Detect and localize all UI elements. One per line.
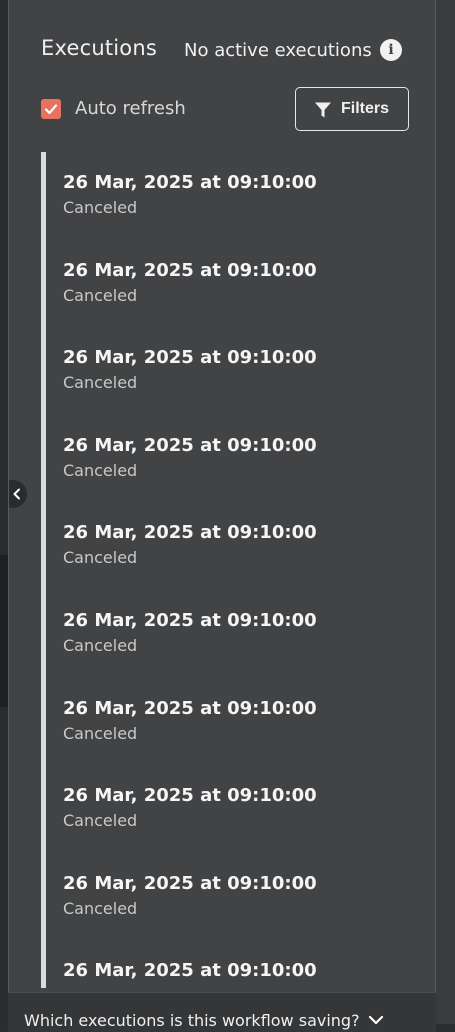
execution-item[interactable]: 26 Mar, 2025 at 09:10:00 Canceled bbox=[63, 347, 403, 407]
execution-date: 26 Mar, 2025 at 09:10:00 bbox=[63, 434, 317, 456]
execution-status: Canceled bbox=[63, 285, 138, 305]
background-left-strip bbox=[0, 555, 8, 707]
saving-info-text[interactable]: Which executions is this workflow saving… bbox=[24, 1011, 360, 1030]
execution-item[interactable]: 26 Mar, 2025 at 09:10:00 Canceled bbox=[63, 873, 403, 933]
execution-date: 26 Mar, 2025 at 09:10:00 bbox=[63, 172, 317, 193]
filters-label: Filters bbox=[341, 100, 390, 117]
checkmark-icon bbox=[44, 104, 58, 115]
timeline-bar bbox=[41, 152, 46, 988]
execution-status: Canceled bbox=[63, 723, 138, 743]
executions-list: 26 Mar, 2025 at 09:10:00 Canceled 26 Mar, … bbox=[41, 152, 411, 988]
execution-status: Canceled bbox=[63, 548, 138, 568]
execution-item[interactable]: 26 Mar, 2025 at 09:10:00 Canceled bbox=[63, 172, 403, 232]
execution-item[interactable]: 26 Mar, 2025 at 09:10:00 Canceled bbox=[63, 698, 403, 758]
execution-status: Canceled bbox=[63, 198, 138, 217]
executions-panel: Executions No active executions i Auto r… bbox=[8, 0, 436, 1024]
execution-item[interactable]: 26 Mar, 2025 at 09:10:00 Canceled bbox=[63, 960, 403, 988]
info-circle-icon[interactable]: i bbox=[380, 39, 402, 61]
chevron-left-icon bbox=[13, 488, 20, 500]
collapse-panel-button[interactable] bbox=[9, 480, 27, 508]
execution-status: Canceled bbox=[63, 898, 138, 918]
execution-status: Canceled bbox=[63, 636, 138, 655]
execution-date: 26 Mar, 2025 at 09:10:00 bbox=[63, 259, 317, 281]
execution-item[interactable]: 26 Mar, 2025 at 09:10:00 Canceled bbox=[63, 522, 403, 582]
panel-title: Executions bbox=[41, 36, 157, 60]
execution-item[interactable]: 26 Mar, 2025 at 09:10:00 Canceled bbox=[63, 610, 403, 670]
active-executions-status: No active executions bbox=[184, 40, 372, 61]
filters-button[interactable]: Filters bbox=[295, 87, 409, 131]
execution-date: 26 Mar, 2025 at 09:10:00 bbox=[63, 522, 317, 544]
execution-status: Canceled bbox=[63, 373, 138, 393]
execution-status: Canceled bbox=[63, 986, 137, 988]
execution-item[interactable]: 26 Mar, 2025 at 09:10:00 Canceled bbox=[63, 435, 403, 495]
execution-status: Canceled bbox=[63, 460, 138, 480]
saving-info-footer[interactable]: Which executions is this workflow saving… bbox=[8, 992, 436, 1032]
execution-date: 26 Mar, 2025 at 09:10:00 bbox=[63, 697, 317, 719]
executions-controls: Auto refresh Filters bbox=[41, 87, 411, 133]
auto-refresh-label[interactable]: Auto refresh bbox=[75, 98, 186, 119]
execution-date: 26 Mar, 2025 at 09:10:00 bbox=[63, 347, 317, 369]
execution-date: 26 Mar, 2025 at 09:10:00 bbox=[63, 785, 317, 807]
execution-item[interactable]: 26 Mar, 2025 at 09:10:00 Canceled bbox=[63, 260, 403, 320]
funnel-icon bbox=[315, 102, 331, 118]
execution-status: Canceled bbox=[63, 811, 138, 831]
executions-header: Executions No active executions i bbox=[41, 34, 411, 68]
auto-refresh-checkbox[interactable] bbox=[41, 99, 61, 119]
execution-item[interactable]: 26 Mar, 2025 at 09:10:00 Canceled bbox=[63, 785, 403, 845]
execution-date: 26 Mar, 2025 at 09:10:00 bbox=[63, 610, 317, 631]
background-left bbox=[0, 0, 8, 1024]
execution-date: 26 Mar, 2025 at 09:10:00 bbox=[63, 960, 317, 982]
right-gutter bbox=[436, 0, 455, 1024]
execution-date: 26 Mar, 2025 at 09:10:00 bbox=[63, 872, 317, 894]
